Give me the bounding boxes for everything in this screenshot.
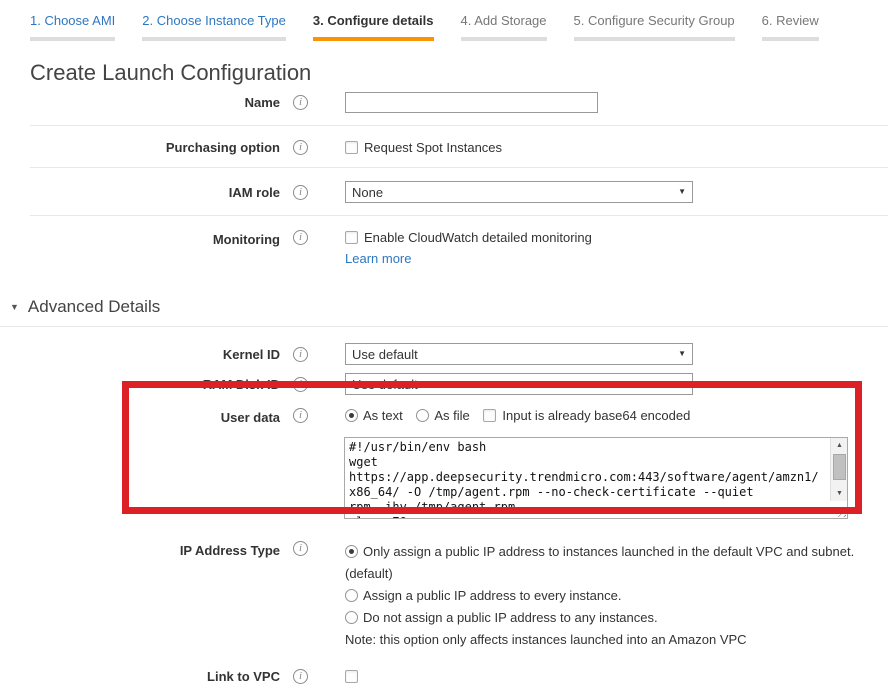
info-icon[interactable]	[293, 185, 308, 200]
ram-disk-id-label: RAM Disk ID	[0, 377, 280, 392]
iam-role-selected-value: None	[352, 185, 383, 200]
form-row-name: Name	[0, 92, 888, 113]
kernel-id-selected-value: Use default	[352, 347, 418, 362]
dropdown-arrow-icon	[678, 379, 686, 388]
info-icon[interactable]	[293, 669, 308, 684]
ram-disk-id-selected-value: Use default	[352, 377, 418, 392]
kernel-id-label: Kernel ID	[0, 347, 280, 362]
as-file-label: As file	[434, 408, 469, 423]
scroll-up-icon[interactable]	[831, 438, 848, 453]
ip-address-type-note: Note: this option only affects instances…	[345, 629, 860, 651]
tab-configure-details[interactable]: 3. Configure details	[313, 13, 434, 41]
kernel-id-select[interactable]: Use default	[345, 343, 693, 365]
link-to-vpc-label: Link to VPC	[0, 669, 280, 684]
ram-disk-id-select[interactable]: Use default	[345, 373, 693, 395]
page-title: Create Launch Configuration	[30, 60, 888, 86]
learn-more-link[interactable]: Learn more	[345, 251, 411, 266]
script-line: x86_64/ -O /tmp/agent.rpm --no-check-cer…	[349, 485, 826, 500]
form-row-iam-role: IAM role None	[0, 181, 888, 203]
wizard-tabs: 1. Choose AMI 2. Choose Instance Type 3.…	[0, 0, 888, 41]
form-row-purchasing-option: Purchasing option Request Spot Instances	[0, 140, 888, 155]
divider	[30, 125, 888, 126]
divider	[30, 167, 888, 168]
info-icon[interactable]	[293, 541, 308, 556]
divider	[30, 215, 888, 216]
advanced-details-header: Advanced Details	[0, 297, 888, 327]
enable-cloudwatch-checkbox[interactable]	[345, 231, 358, 244]
ip-option-default-vpc: Only assign a public IP address to insta…	[345, 541, 860, 585]
as-text-label: As text	[363, 408, 403, 423]
tab-choose-ami[interactable]: 1. Choose AMI	[30, 13, 115, 41]
form-row-ip-address-type: IP Address Type Only assign a public IP …	[0, 541, 888, 651]
script-line: #!/usr/bin/env bash	[349, 440, 826, 455]
script-line: sleep 70	[349, 515, 826, 518]
enable-cloudwatch-label: Enable CloudWatch detailed monitoring	[364, 230, 592, 245]
info-icon[interactable]	[293, 95, 308, 110]
user-data-textarea[interactable]: #!/usr/bin/env bash wget https://app.dee…	[344, 437, 848, 519]
resize-handle-icon[interactable]	[834, 505, 846, 517]
form-row-ram-disk-id: RAM Disk ID Use default	[0, 373, 888, 395]
base64-encoded-label: Input is already base64 encoded	[502, 408, 690, 423]
tab-configure-security-group[interactable]: 5. Configure Security Group	[574, 13, 735, 41]
info-icon[interactable]	[293, 377, 308, 392]
info-icon[interactable]	[293, 140, 308, 155]
ip-every-instance-radio[interactable]	[345, 589, 358, 602]
ip-no-instances-radio[interactable]	[345, 611, 358, 624]
iam-role-select[interactable]: None	[345, 181, 693, 203]
request-spot-instances-label: Request Spot Instances	[364, 140, 502, 155]
user-data-label: User data	[0, 408, 280, 425]
info-icon[interactable]	[293, 408, 308, 423]
tab-choose-instance-type[interactable]: 2. Choose Instance Type	[142, 13, 286, 41]
info-icon[interactable]	[293, 230, 308, 245]
script-line: rpm -ihv /tmp/agent.rpm	[349, 500, 826, 515]
dropdown-arrow-icon	[678, 349, 686, 358]
form-row-link-to-vpc: Link to VPC	[0, 669, 888, 684]
user-data-script: #!/usr/bin/env bash wget https://app.dee…	[345, 438, 830, 518]
ip-every-instance-label: Assign a public IP address to every inst…	[363, 588, 621, 603]
as-file-radio[interactable]	[416, 409, 429, 422]
scrollbar[interactable]	[830, 438, 847, 501]
base64-encoded-checkbox[interactable]	[483, 409, 496, 422]
form-row-monitoring: Monitoring Enable CloudWatch detailed mo…	[0, 230, 888, 266]
collapse-triangle-icon[interactable]	[10, 302, 19, 312]
scrollbar-thumb[interactable]	[833, 454, 846, 480]
iam-role-label: IAM role	[0, 185, 280, 200]
form-row-kernel-id: Kernel ID Use default	[0, 343, 888, 365]
request-spot-instances-checkbox[interactable]	[345, 141, 358, 154]
script-line: wget	[349, 455, 826, 470]
ip-option-no-instances: Do not assign a public IP address to any…	[345, 607, 860, 629]
dropdown-arrow-icon	[678, 187, 686, 196]
ip-default-vpc-radio[interactable]	[345, 545, 358, 558]
ip-no-instances-label: Do not assign a public IP address to any…	[363, 610, 658, 625]
name-input[interactable]	[345, 92, 598, 113]
name-label: Name	[0, 95, 280, 110]
link-to-vpc-checkbox[interactable]	[345, 670, 358, 683]
scroll-down-icon[interactable]	[831, 486, 848, 501]
ip-address-type-label: IP Address Type	[0, 541, 280, 558]
as-text-radio[interactable]	[345, 409, 358, 422]
monitoring-label: Monitoring	[0, 230, 280, 247]
form-row-user-data: User data As text As file Input is alrea…	[0, 408, 888, 425]
ip-option-every-instance: Assign a public IP address to every inst…	[345, 585, 860, 607]
info-icon[interactable]	[293, 347, 308, 362]
tab-add-storage[interactable]: 4. Add Storage	[461, 13, 547, 41]
script-line: https://app.deepsecurity.trendmicro.com:…	[349, 470, 826, 485]
ip-default-vpc-label: Only assign a public IP address to insta…	[345, 544, 854, 581]
purchasing-option-label: Purchasing option	[0, 140, 280, 155]
advanced-details-title: Advanced Details	[28, 297, 160, 317]
tab-review[interactable]: 6. Review	[762, 13, 819, 41]
